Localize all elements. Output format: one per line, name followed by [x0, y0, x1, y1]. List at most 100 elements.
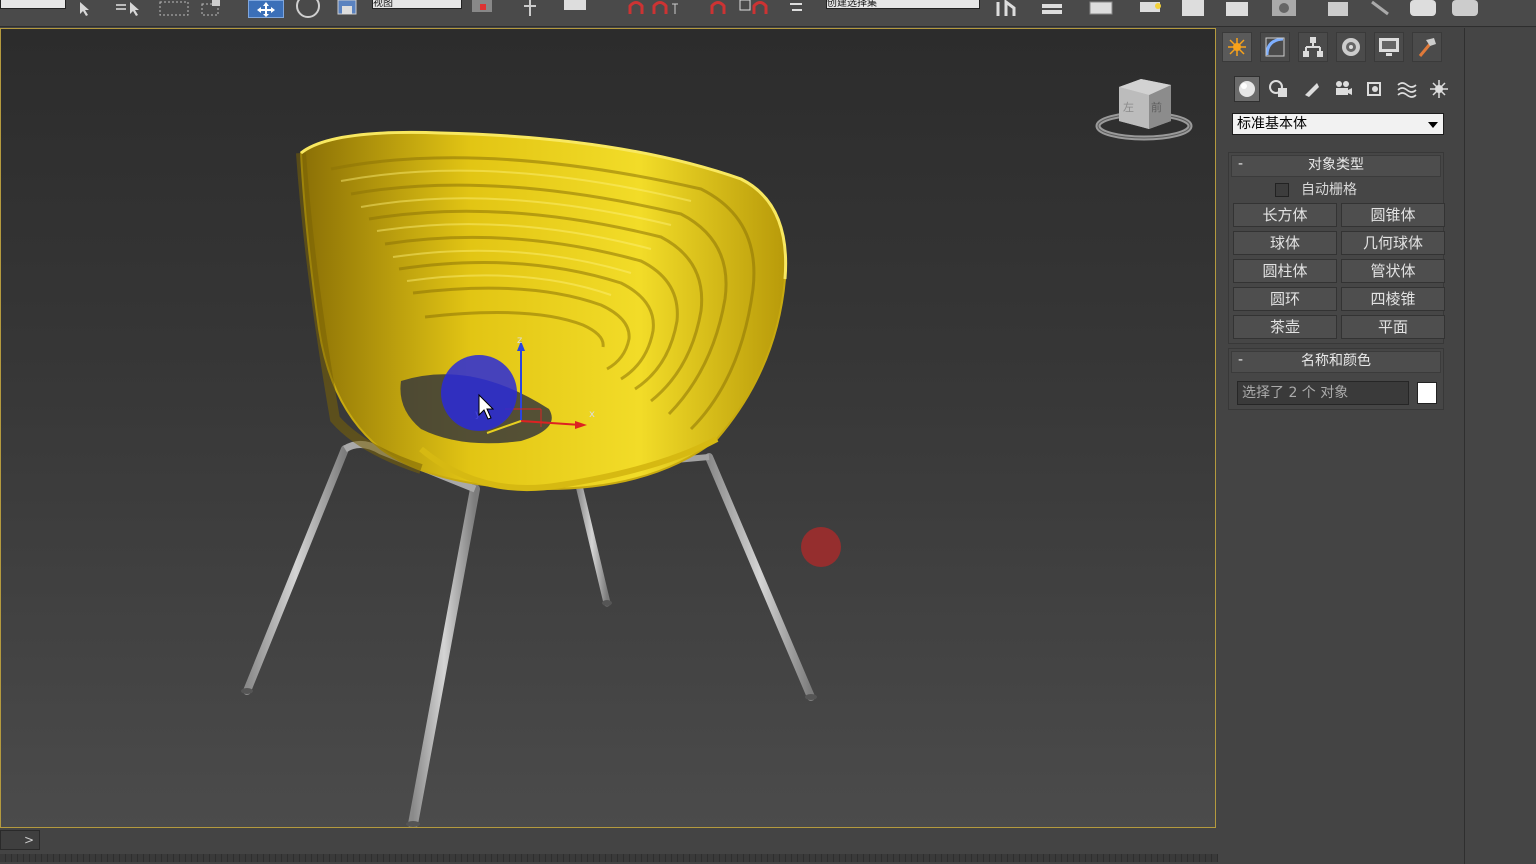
display-icon: [1379, 38, 1399, 56]
chair-legs[interactable]: [241, 441, 817, 827]
mirror-icon[interactable]: [996, 0, 1016, 16]
time-slider-area: >: [0, 828, 1218, 864]
hierarchy-tab[interactable]: [1298, 32, 1328, 62]
schematic-view-icon[interactable]: [1182, 0, 1204, 16]
object-type-title: 对象类型: [1308, 157, 1364, 173]
selection-tools-group: [80, 0, 220, 16]
display-tab[interactable]: [1374, 32, 1404, 62]
torus-button[interactable]: 圆环: [1233, 287, 1337, 311]
utilities-tab[interactable]: [1412, 32, 1442, 62]
time-slider[interactable]: >: [0, 830, 40, 850]
object-type-rollout-header[interactable]: - 对象类型: [1231, 155, 1441, 177]
tube-button[interactable]: 管状体: [1341, 259, 1445, 283]
shapes-category[interactable]: [1266, 76, 1292, 102]
scale-icon[interactable]: [337, 0, 357, 15]
window-crossing-icon[interactable]: [201, 0, 220, 16]
spinner-snap-icon[interactable]: [739, 0, 768, 14]
modify-icon: [1265, 37, 1285, 57]
pivot-center-icon[interactable]: [472, 0, 492, 12]
plane-button[interactable]: 平面: [1341, 315, 1445, 339]
create-icon: [1228, 38, 1246, 56]
layer-manager-icon[interactable]: [1089, 1, 1113, 15]
name-and-color-rollout-header[interactable]: - 名称和颜色: [1231, 351, 1441, 373]
systems-icon: [1430, 80, 1448, 98]
render-iterative-icon[interactable]: [1410, 0, 1436, 16]
cameras-category[interactable]: [1330, 76, 1356, 102]
keyboard-shortcut-icon[interactable]: [564, 0, 586, 10]
object-category-dropdown[interactable]: 标准基本体: [1232, 113, 1444, 135]
gizmo-z-label: z: [517, 335, 522, 346]
pyramid-button[interactable]: 四棱锥: [1341, 287, 1445, 311]
track-bar[interactable]: [0, 854, 1218, 862]
select-object-icon[interactable]: [80, 2, 89, 16]
utilities-icon: [1418, 38, 1436, 57]
motion-tab[interactable]: [1336, 32, 1366, 62]
cylinder-button[interactable]: 圆柱体: [1233, 259, 1337, 283]
rect-selection-region-icon[interactable]: [159, 1, 189, 16]
teapot-button[interactable]: 茶壶: [1233, 315, 1337, 339]
autogrid-row: 自动栅格: [1229, 179, 1443, 201]
selection-filter-dropdown[interactable]: [0, 0, 66, 9]
cone-button[interactable]: 圆锥体: [1341, 203, 1445, 227]
name-and-color-title: 名称和颜色: [1301, 353, 1371, 369]
object-category-value: 标准基本体: [1237, 116, 1307, 132]
right-toolbar-group: [996, 0, 1478, 16]
chair-shell[interactable]: [296, 130, 788, 492]
main-toolbar: 视图 创建选择集: [0, 0, 1536, 27]
geometry-category[interactable]: [1234, 76, 1260, 102]
percent-snap-icon[interactable]: [710, 1, 726, 15]
reference-coordinate-dropdown[interactable]: 视图: [372, 0, 462, 9]
activeshade-icon[interactable]: [1452, 0, 1478, 16]
spacewarps-category[interactable]: [1394, 76, 1420, 102]
command-panel: 标准基本体 - 对象类型 自动栅格 长方体 圆锥体 球体 几何球体 圆柱体 管状…: [1218, 28, 1464, 864]
cursor-highlight: [441, 355, 517, 431]
sphere-button[interactable]: 球体: [1233, 231, 1337, 255]
modify-tab[interactable]: [1260, 32, 1290, 62]
hierarchy-icon: [1303, 37, 1323, 57]
motion-icon: [1342, 38, 1360, 56]
perspective-viewport[interactable]: z x y 左 前: [0, 28, 1216, 828]
spacewarps-icon: [1397, 82, 1417, 98]
object-name-field[interactable]: 选择了 2 个 对象: [1237, 381, 1409, 405]
viewcube-front-label[interactable]: 前: [1151, 100, 1162, 114]
curve-editor-icon[interactable]: [1140, 2, 1161, 12]
lights-icon: [1305, 83, 1319, 97]
render-setup-icon[interactable]: [1272, 0, 1296, 16]
collapse-toggle[interactable]: -: [1238, 351, 1243, 370]
select-and-manipulate-icon[interactable]: [524, 0, 536, 16]
geometry-icon: [1239, 81, 1255, 97]
systems-category[interactable]: [1426, 76, 1452, 102]
select-and-move-button[interactable]: [248, 0, 284, 18]
gizmo-x-label: x: [589, 409, 595, 420]
material-editor-icon[interactable]: [1226, 2, 1248, 16]
scene-canvas[interactable]: z x y 左 前: [1, 29, 1216, 828]
shapes-icon: [1269, 80, 1287, 97]
right-panel-strip: [1464, 28, 1536, 864]
autogrid-label: 自动栅格: [1301, 182, 1357, 198]
align-icon[interactable]: [1042, 4, 1062, 14]
geosphere-button[interactable]: 几何球体: [1341, 231, 1445, 255]
autogrid-checkbox[interactable]: [1275, 183, 1289, 197]
rotate-icon[interactable]: [296, 0, 320, 18]
helpers-icon: [1367, 82, 1381, 96]
viewcube[interactable]: 左 前: [1095, 79, 1193, 141]
render-production-icon[interactable]: [1371, 0, 1389, 16]
edit-named-selection-icon[interactable]: [790, 3, 802, 11]
named-selection-set-dropdown[interactable]: 创建选择集: [826, 0, 980, 9]
create-tab[interactable]: [1222, 32, 1252, 62]
helpers-category[interactable]: [1362, 76, 1388, 102]
box-button[interactable]: 长方体: [1233, 203, 1337, 227]
object-color-swatch[interactable]: [1417, 382, 1437, 404]
viewcube-left-label[interactable]: 左: [1123, 101, 1134, 114]
next-frame-button[interactable]: >: [19, 831, 39, 849]
transform-tools-group: [296, 0, 357, 18]
object-type-rollout: - 对象类型 自动栅格 长方体 圆锥体 球体 几何球体 圆柱体 管状体 圆环 四…: [1228, 152, 1445, 344]
cameras-icon: [1336, 81, 1352, 95]
select-by-name-icon[interactable]: [116, 2, 139, 16]
collapse-toggle[interactable]: -: [1238, 155, 1243, 174]
move-icon: [257, 2, 275, 17]
snap-toggle-icon[interactable]: [628, 1, 644, 15]
lights-category[interactable]: [1298, 76, 1324, 102]
rendered-frame-icon[interactable]: [1328, 2, 1348, 16]
angle-snap-icon[interactable]: [652, 1, 678, 15]
